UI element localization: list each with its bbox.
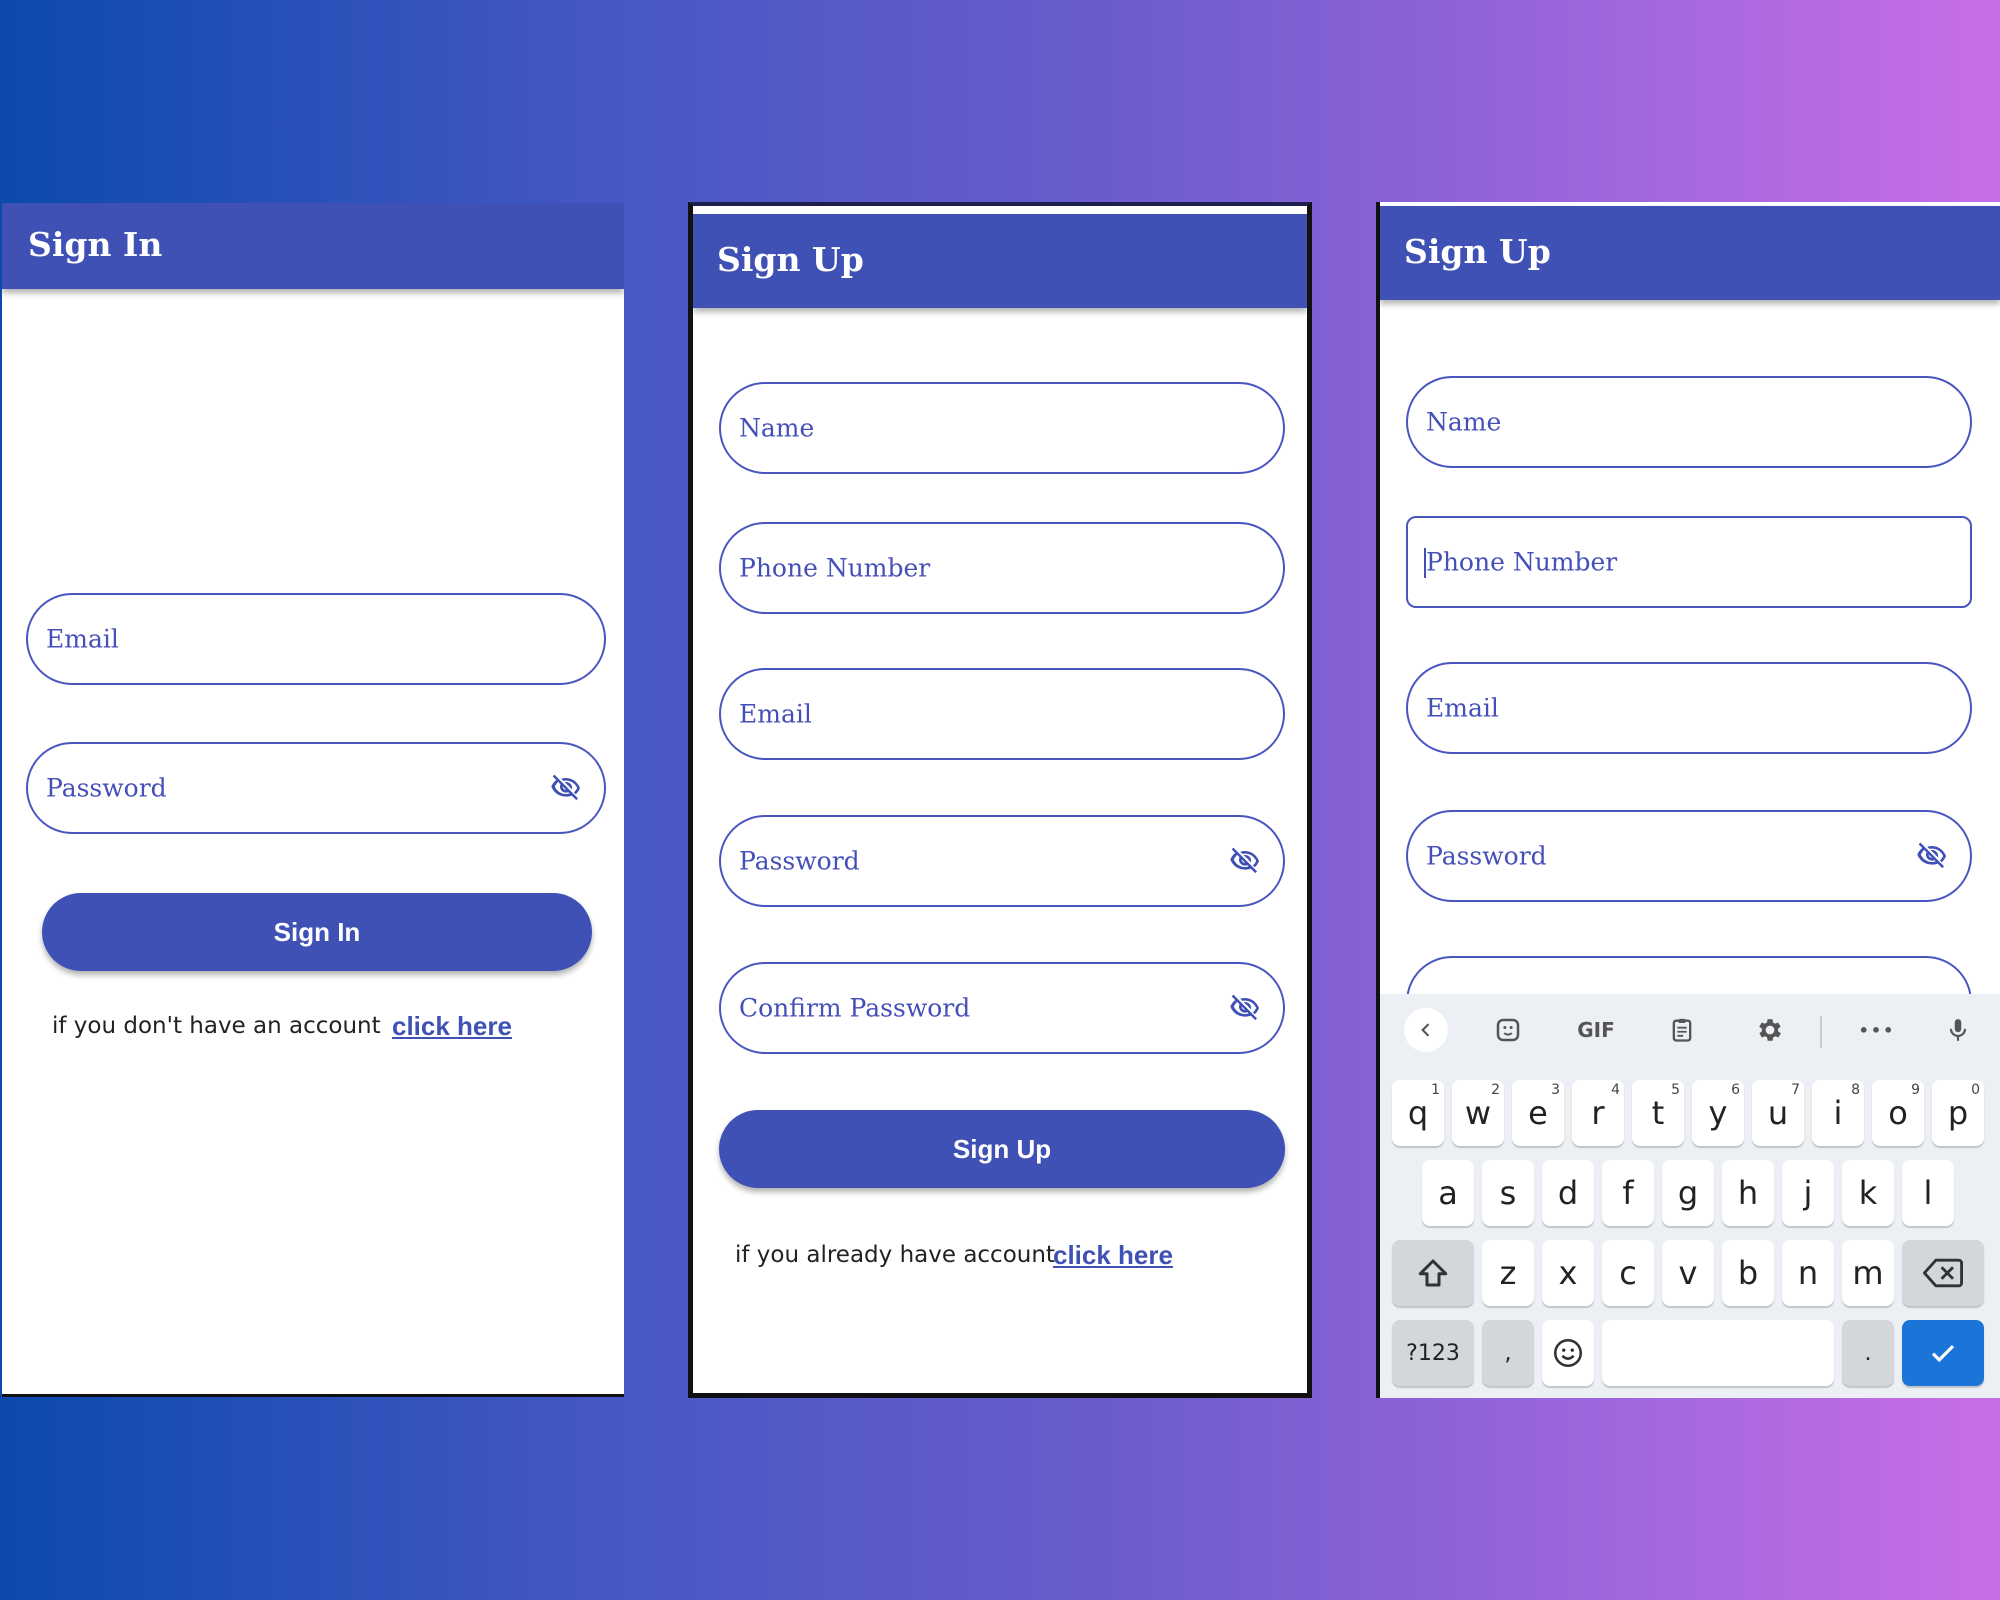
email-field[interactable]: Email <box>26 593 606 685</box>
sign-up-screen: Sign Up Name Phone Number Email Password… <box>688 202 1312 1398</box>
key-i[interactable]: i8 <box>1812 1080 1864 1146</box>
phone-number-field[interactable]: Phone Number <box>719 522 1285 614</box>
more-icon[interactable]: ••• <box>1852 1008 1902 1052</box>
key-m[interactable]: m <box>1842 1240 1894 1306</box>
app-bar: Sign In <box>2 203 624 289</box>
shift-key[interactable] <box>1392 1240 1474 1306</box>
key-k[interactable]: k <box>1842 1160 1894 1226</box>
page-title: Sign Up <box>1404 232 1551 271</box>
app-bar: Sign Up <box>1380 206 2000 300</box>
name-field[interactable]: Name <box>1406 376 1972 468</box>
page-title: Sign Up <box>717 240 864 279</box>
key-t[interactable]: t5 <box>1632 1080 1684 1146</box>
name-label: Name <box>1426 407 1502 437</box>
sticker-icon[interactable] <box>1486 1008 1530 1052</box>
key-q[interactable]: q1 <box>1392 1080 1444 1146</box>
mic-icon[interactable] <box>1936 1008 1980 1052</box>
visibility-off-icon[interactable] <box>1225 992 1265 1024</box>
sign-up-keyboard-screen: Sign Up Name Phone Number Email Password… <box>1376 202 2000 1398</box>
key-n[interactable]: n <box>1782 1240 1834 1306</box>
email-field[interactable]: Email <box>1406 662 1972 754</box>
email-label: Email <box>739 699 812 729</box>
shift-icon <box>1418 1259 1448 1287</box>
key-v[interactable]: v <box>1662 1240 1714 1306</box>
key-x[interactable]: x <box>1542 1240 1594 1306</box>
emoji-icon <box>1553 1338 1583 1368</box>
confirm-password-field[interactable]: Confirm Password <box>719 962 1285 1054</box>
key-h[interactable]: h <box>1722 1160 1774 1226</box>
phone-number-label: Phone Number <box>739 553 931 583</box>
confirm-password-label: Confirm Password <box>739 993 971 1023</box>
email-label: Email <box>46 624 119 654</box>
key-w[interactable]: w2 <box>1452 1080 1504 1146</box>
on-screen-keyboard: GIF ••• q1 w2 e3 r4 t5 y6 u7 i8 o9 p0 a … <box>1380 994 2000 1398</box>
key-c[interactable]: c <box>1602 1240 1654 1306</box>
space-key[interactable] <box>1602 1320 1834 1386</box>
sign-up-button[interactable]: Sign Up <box>719 1110 1285 1188</box>
key-p[interactable]: p0 <box>1932 1080 1984 1146</box>
key-r[interactable]: r4 <box>1572 1080 1624 1146</box>
comma-key[interactable]: , <box>1482 1320 1534 1386</box>
password-field[interactable]: Password <box>1406 810 1972 902</box>
checkmark-icon <box>1931 1344 1955 1363</box>
key-e[interactable]: e3 <box>1512 1080 1564 1146</box>
key-z[interactable]: z <box>1482 1240 1534 1306</box>
period-key[interactable]: . <box>1842 1320 1894 1386</box>
phone-number-field[interactable]: Phone Number <box>1406 516 1972 608</box>
backspace-key[interactable] <box>1902 1240 1984 1306</box>
email-field[interactable]: Email <box>719 668 1285 760</box>
key-a[interactable]: a <box>1422 1160 1474 1226</box>
app-bar: Sign Up <box>693 214 1307 308</box>
name-field[interactable]: Name <box>719 382 1285 474</box>
footer-text: if you don't have an account <box>52 1013 381 1039</box>
backspace-icon <box>1923 1258 1963 1288</box>
visibility-off-icon[interactable] <box>1912 840 1952 872</box>
password-field[interactable]: Password <box>26 742 606 834</box>
name-label: Name <box>739 413 815 443</box>
chevron-left-icon[interactable] <box>1404 1008 1448 1052</box>
sign-up-link[interactable]: click here <box>392 1011 512 1042</box>
sign-in-button[interactable]: Sign In <box>42 893 592 971</box>
key-g[interactable]: g <box>1662 1160 1714 1226</box>
key-f[interactable]: f <box>1602 1160 1654 1226</box>
gear-icon[interactable] <box>1748 1008 1792 1052</box>
visibility-off-icon[interactable] <box>546 772 586 804</box>
visibility-off-icon[interactable] <box>1225 845 1265 877</box>
sign-in-link[interactable]: click here <box>1053 1240 1173 1271</box>
footer-text: if you already have account <box>735 1242 1055 1268</box>
enter-key[interactable] <box>1902 1320 1984 1386</box>
key-s[interactable]: s <box>1482 1160 1534 1226</box>
key-u[interactable]: u7 <box>1752 1080 1804 1146</box>
password-label: Password <box>46 773 167 803</box>
sign-in-screen: Sign In Email Password Sign In if you do… <box>2 203 624 1397</box>
key-j[interactable]: j <box>1782 1160 1834 1226</box>
key-l[interactable]: l <box>1902 1160 1954 1226</box>
gif-icon[interactable]: GIF <box>1566 1008 1626 1052</box>
emoji-key[interactable] <box>1542 1320 1594 1386</box>
keyboard-toolbar: GIF ••• <box>1380 994 2000 1064</box>
key-y[interactable]: y6 <box>1692 1080 1744 1146</box>
key-d[interactable]: d <box>1542 1160 1594 1226</box>
phone-number-label: Phone Number <box>1426 547 1618 577</box>
password-field[interactable]: Password <box>719 815 1285 907</box>
key-o[interactable]: o9 <box>1872 1080 1924 1146</box>
email-label: Email <box>1426 693 1499 723</box>
password-label: Password <box>739 846 860 876</box>
toolbar-divider <box>1820 1016 1822 1048</box>
symbols-key[interactable]: ?123 <box>1392 1320 1474 1386</box>
clipboard-icon[interactable] <box>1660 1008 1704 1052</box>
key-b[interactable]: b <box>1722 1240 1774 1306</box>
password-label: Password <box>1426 841 1547 871</box>
page-title: Sign In <box>28 225 163 264</box>
